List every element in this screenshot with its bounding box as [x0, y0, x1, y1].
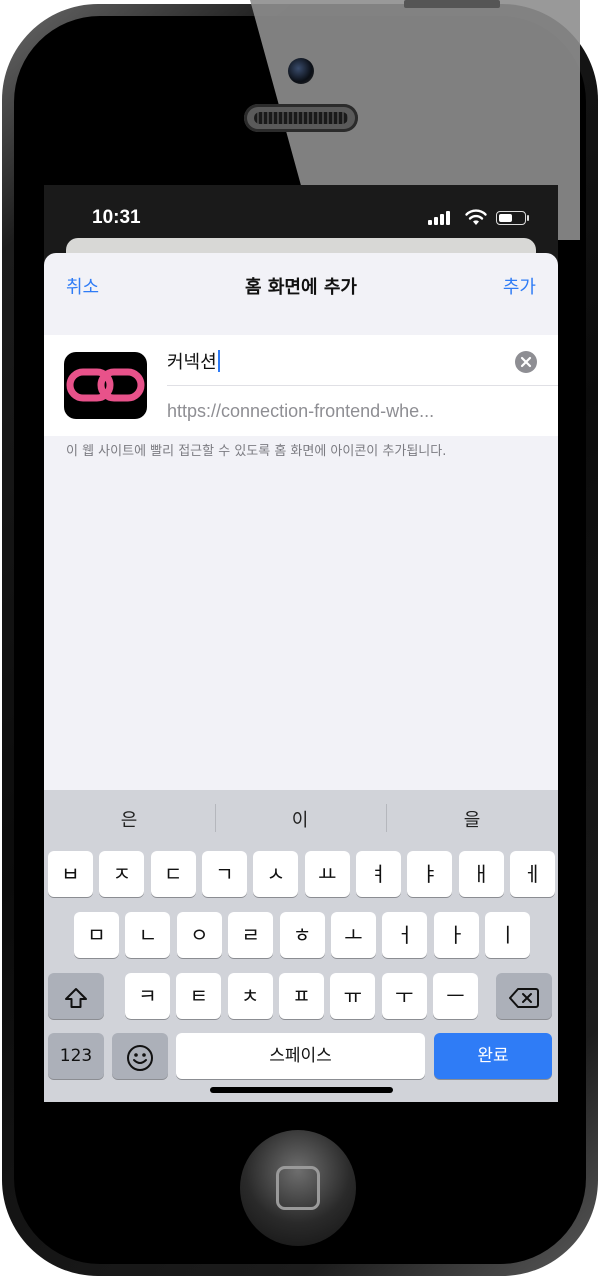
key-row3-6[interactable]: ㅡ: [432, 973, 478, 1019]
key-row1-6[interactable]: ㅕ: [355, 851, 401, 897]
bookmark-card: 커넥션 https://connection-frontend-whe...: [44, 335, 558, 436]
key-row1-4[interactable]: ㅅ: [253, 851, 299, 897]
sheet-title: 홈 화면에 추가: [245, 277, 357, 298]
status-bar: 10:31: [44, 185, 558, 235]
home-square-icon: [276, 1166, 320, 1210]
key-row3-3[interactable]: ㅍ: [278, 973, 324, 1019]
card-divider: [167, 385, 558, 386]
key-row2-7[interactable]: ㅏ: [433, 912, 479, 958]
key-row1-2[interactable]: ㄷ: [150, 851, 196, 897]
battery-icon: [496, 211, 529, 225]
key-row3-4[interactable]: ㅠ: [330, 973, 376, 1019]
phone-screen: 10:31 취소 홈 화면에 추가 추가 커넥션 https://connect…: [44, 185, 558, 1102]
emoji-icon: [127, 1044, 153, 1071]
done-key[interactable]: 완료: [434, 1033, 552, 1079]
key-row1-3[interactable]: ㄱ: [201, 851, 247, 897]
earpiece-speaker: [244, 104, 358, 132]
status-time: 10:31: [92, 207, 141, 228]
key-row1-0[interactable]: ㅂ: [48, 851, 93, 897]
bookmark-name-input[interactable]: 커넥션: [167, 348, 497, 374]
numbers-key[interactable]: 123: [48, 1033, 104, 1079]
bookmark-url: https://connection-frontend-whe...: [167, 401, 435, 421]
power-button: [404, 0, 500, 8]
emoji-key[interactable]: [112, 1033, 168, 1079]
add-to-home-sheet: 취소 홈 화면에 추가 추가 커넥션 https://connection-fr…: [44, 253, 558, 1102]
key-row2-0[interactable]: ㅁ: [74, 912, 119, 958]
key-row2-8[interactable]: ㅣ: [485, 912, 531, 958]
key-row3-5[interactable]: ㅜ: [381, 973, 427, 1019]
shift-icon: [65, 987, 87, 1008]
key-row1-7[interactable]: ㅑ: [407, 851, 453, 897]
front-camera: [288, 58, 314, 84]
key-row1-8[interactable]: ㅐ: [458, 851, 504, 897]
battery-level: [499, 214, 512, 222]
key-row2-2[interactable]: ㅇ: [176, 912, 222, 958]
cellular-signal-icon: [428, 211, 450, 225]
suggestion-bar: 은 이 을: [44, 790, 558, 842]
backspace-key[interactable]: [496, 973, 552, 1019]
key-row3-1[interactable]: ㅌ: [176, 973, 222, 1019]
clear-text-icon[interactable]: [515, 351, 537, 373]
home-indicator: [210, 1087, 393, 1093]
key-row1-1[interactable]: ㅈ: [99, 851, 145, 897]
home-button[interactable]: [240, 1130, 356, 1246]
suggestion-2[interactable]: 이: [215, 806, 385, 832]
key-row3-2[interactable]: ㅊ: [227, 973, 273, 1019]
key-row2-1[interactable]: ㄴ: [125, 912, 171, 958]
wifi-icon: [465, 209, 487, 225]
link-chain-icon: [64, 352, 147, 419]
sheet-description: 이 웹 사이트에 빨리 접근할 수 있도록 홈 화면에 아이콘이 추가됩니다.: [66, 444, 447, 459]
space-key[interactable]: 스페이스: [176, 1033, 425, 1079]
backspace-icon: [509, 987, 539, 1008]
key-row2-5[interactable]: ㅗ: [331, 912, 376, 958]
key-row2-6[interactable]: ㅓ: [382, 912, 428, 958]
add-button[interactable]: 추가: [503, 273, 536, 299]
shift-key[interactable]: [48, 973, 104, 1019]
key-row3-0[interactable]: ㅋ: [125, 973, 170, 1019]
key-row1-5[interactable]: ㅛ: [304, 851, 350, 897]
key-row2-3[interactable]: ㄹ: [228, 912, 274, 958]
suggestion-1[interactable]: 은: [44, 806, 214, 832]
key-row2-4[interactable]: ㅎ: [279, 912, 325, 958]
key-row1-9[interactable]: ㅔ: [509, 851, 555, 897]
keyboard: 은 이 을 ㅂㅈㄷㄱㅅㅛㅕㅑㅐㅔ ㅁㄴㅇㄹㅎㅗㅓㅏㅣ ㅋㅌㅊㅍㅠㅜㅡ 123 스…: [44, 790, 558, 1102]
bookmark-name-value: 커넥션: [167, 352, 217, 373]
suggestion-3[interactable]: 을: [387, 806, 557, 832]
text-caret: [217, 350, 220, 372]
